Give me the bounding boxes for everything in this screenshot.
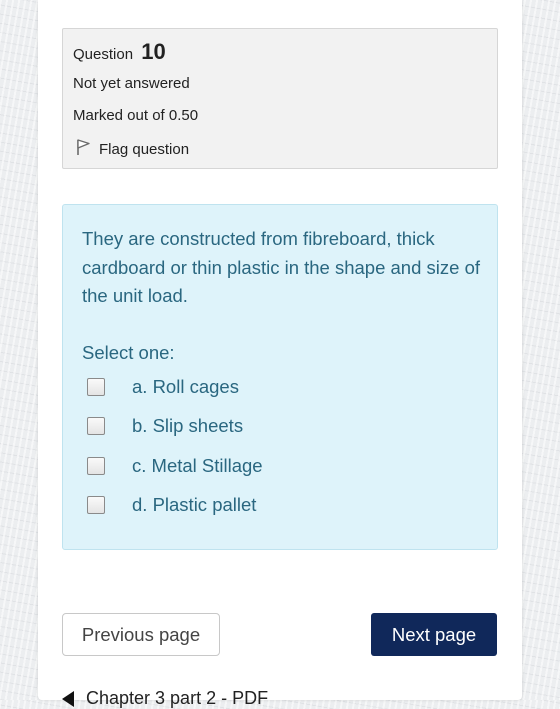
previous-page-button[interactable]: Previous page — [62, 613, 220, 656]
question-content: They are constructed from fibreboard, th… — [62, 204, 498, 550]
flag-icon — [75, 138, 99, 160]
option-label: d. Plastic pallet — [132, 494, 257, 515]
answer-option-d[interactable]: d. Plastic pallet — [87, 492, 256, 518]
question-text: They are constructed from fibreboard, th… — [82, 228, 480, 306]
option-label: b. Slip sheets — [132, 415, 244, 436]
checkbox[interactable] — [87, 496, 105, 514]
question-info-panel: Question 10 Not yet answered Marked out … — [62, 28, 498, 169]
answer-option-c[interactable]: c. Metal Stillage — [87, 453, 263, 479]
answer-option-b[interactable]: b. Slip sheets — [87, 413, 243, 439]
quiz-page: Question 10 Not yet answered Marked out … — [38, 0, 522, 708]
answer-option-a[interactable]: a. Roll cages — [87, 374, 239, 400]
back-arrow-icon — [62, 690, 74, 707]
answer-status: Not yet answered — [73, 75, 190, 92]
question-label: Question — [73, 46, 134, 63]
next-page-button[interactable]: Next page — [371, 613, 497, 656]
question-marks: Marked out of 0.50 — [73, 107, 199, 124]
question-heading: Question 10 — [73, 39, 166, 65]
question-number: 10 — [141, 39, 166, 64]
previous-activity-label: Chapter 3 part 2 - PDF — [86, 688, 269, 708]
select-one-prompt: Select one: — [82, 342, 175, 363]
checkbox[interactable] — [87, 417, 105, 435]
checkbox[interactable] — [87, 457, 105, 475]
flag-question-link[interactable]: Flag question — [75, 138, 189, 160]
checkbox[interactable] — [87, 378, 105, 396]
previous-activity-link[interactable]: Chapter 3 part 2 - PDF — [62, 688, 268, 709]
flag-question-label: Flag question — [99, 140, 190, 158]
option-label: a. Roll cages — [132, 376, 239, 397]
option-label: c. Metal Stillage — [132, 455, 263, 476]
